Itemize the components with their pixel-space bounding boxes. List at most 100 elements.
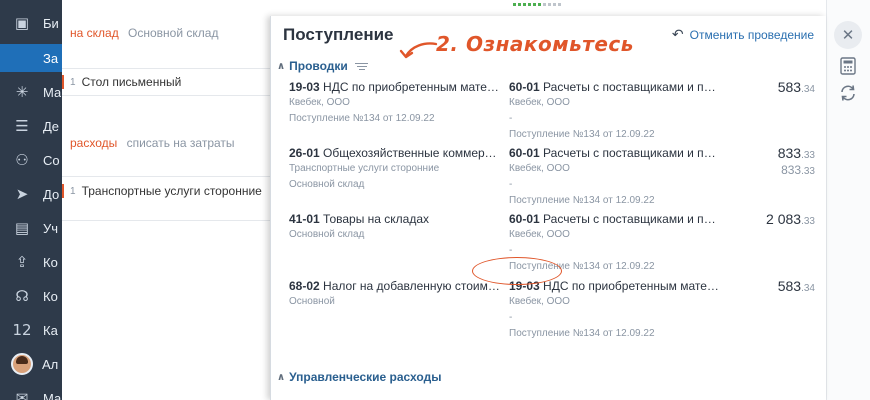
debit-code: 41-01 xyxy=(289,212,320,226)
posting-amount-secondary: 833.33 xyxy=(781,163,815,177)
headset-icon: ☊ xyxy=(15,287,29,305)
sidebar-item-ka[interactable]: 12 Ка xyxy=(0,312,62,348)
sidebar-subitem-active[interactable]: За xyxy=(0,44,62,72)
receipt-panel: Поступление ↶ Отменить проведение ∧ Пров… xyxy=(270,16,826,400)
debit-account: 41-01 Товары на складах xyxy=(289,212,501,227)
undo-posting-label: Отменить проведение xyxy=(689,28,814,42)
divider xyxy=(62,220,270,221)
sidebar-item-label: Ал xyxy=(42,356,59,372)
refresh-button[interactable] xyxy=(835,80,861,106)
warehouse-label[interactable]: на склад xyxy=(70,26,119,40)
posting-amount: 2 083.33 xyxy=(766,211,815,228)
calculator-button[interactable] xyxy=(835,53,861,79)
debit-subconto: Основной склад xyxy=(289,229,365,240)
posting-amount: 583.34 xyxy=(777,278,815,295)
credit-subconto: Квебек, ООО xyxy=(509,229,570,240)
sidebar-item-mail[interactable]: ✉ Ма xyxy=(0,380,62,400)
amount-column: 833.33 833.33 xyxy=(719,146,815,179)
credit-code: 60-01 xyxy=(509,80,540,94)
debit-subconto: Квебек, ООО xyxy=(289,97,350,108)
expenses-row: расходы списать на затраты xyxy=(70,136,278,150)
calendar-icon: 12 xyxy=(12,321,32,339)
credit-name: НДС по приобретенным матер... xyxy=(543,279,719,293)
divider xyxy=(62,68,270,69)
credit-subconto: - xyxy=(509,113,513,124)
credit-subconto: Поступление №134 от 12.09.22 xyxy=(509,129,655,140)
position-number: 1 xyxy=(70,185,76,197)
mail-icon: ✉ xyxy=(15,389,29,400)
credit-subconto: Поступление №134 от 12.09.22 xyxy=(509,328,655,339)
chevron-up-icon: ∧ xyxy=(277,371,286,383)
sidebar-item-label: Со xyxy=(43,152,60,168)
chevron-up-icon: ∧ xyxy=(277,60,286,72)
credit-column: 19-03 НДС по приобретенным матер... Квеб… xyxy=(509,279,719,342)
debit-name: Налог на добавленную стоимость xyxy=(323,279,501,293)
debit-code: 19-03 xyxy=(289,80,320,94)
debit-account: 68-02 Налог на добавленную стоимость xyxy=(289,279,501,294)
credit-name: Расчеты с поставщиками и по... xyxy=(543,80,719,94)
section-postings-header[interactable]: ∧ Проводки xyxy=(277,59,369,73)
expenses-value: списать на затраты xyxy=(126,136,235,150)
divider xyxy=(62,95,270,96)
sidebar-item-user[interactable]: Ал xyxy=(0,346,62,382)
credit-account: 60-01 Расчеты с поставщиками и по... xyxy=(509,212,719,227)
id-card-icon: ▤ xyxy=(14,219,30,237)
credit-account: 60-01 Расчеты с поставщиками и по... xyxy=(509,80,719,95)
annotation-text: 2. Ознакомьтесь xyxy=(436,32,634,56)
credit-subconto: - xyxy=(509,245,513,256)
position-text: Стол письменный xyxy=(81,75,182,89)
expenses-label[interactable]: расходы xyxy=(70,136,117,150)
sidebar-subitem-label: За xyxy=(43,50,59,66)
sidebar-item-ma[interactable]: ✳ Ма xyxy=(0,74,62,110)
users-icon: ⚇ xyxy=(15,151,29,169)
credit-subconto: - xyxy=(509,179,513,190)
sidebar-item-do[interactable]: ➤ До xyxy=(0,176,62,212)
section-management-title: Управленческие расходы xyxy=(289,370,442,384)
position-text: Транспортные услуги сторонние xyxy=(81,184,262,198)
section-management-header[interactable]: ∧ Управленческие расходы xyxy=(277,370,441,384)
credit-subconto: Квебек, ООО xyxy=(509,296,570,307)
debit-name: Общехозяйственные коммерче... xyxy=(323,146,501,160)
sidebar-item-label: Ко xyxy=(43,288,58,304)
avatar xyxy=(11,353,33,375)
list-icon: ☰ xyxy=(15,117,29,135)
amount-column: 583.34 xyxy=(719,279,815,296)
debit-subconto: Поступление №134 от 12.09.22 xyxy=(289,113,435,124)
debit-subconto: Основной xyxy=(289,296,335,307)
sidebar-item-so[interactable]: ⚇ Со xyxy=(0,142,62,178)
sidebar-item-label: Би xyxy=(43,15,59,31)
debit-code: 68-02 xyxy=(289,279,320,293)
close-icon: ✕ xyxy=(841,26,855,44)
debit-column: 26-01 Общехозяйственные коммерче... Тран… xyxy=(289,146,501,193)
sidebar-item-label: До xyxy=(43,186,60,202)
sidebar-item-ko-1[interactable]: ⇪ Ко xyxy=(0,244,62,280)
debit-column: 41-01 Товары на складах Основной склад xyxy=(289,212,501,243)
sidebar-item-uch[interactable]: ▤ Уч xyxy=(0,210,62,246)
debit-name: Товары на складах xyxy=(323,212,430,226)
position-marker xyxy=(62,184,64,198)
credit-name: Расчеты с поставщиками и по... xyxy=(543,146,719,160)
position-number: 1 xyxy=(70,76,76,88)
posting-amount: 833.33 xyxy=(777,145,815,162)
sidebar-item-ko-2[interactable]: ☊ Ко xyxy=(0,278,62,314)
undo-icon: ↶ xyxy=(671,27,684,43)
refresh-icon xyxy=(841,85,855,101)
debit-name: НДС по приобретенным матери... xyxy=(323,80,501,94)
debit-subconto: Основной склад xyxy=(289,179,365,190)
sidebar-item-business[interactable]: ▣ Би xyxy=(0,5,62,41)
filter-icon[interactable] xyxy=(355,62,369,70)
undo-posting-button[interactable]: ↶ Отменить проведение xyxy=(672,27,814,43)
amount-column: 583.34 xyxy=(719,80,815,97)
position-row[interactable]: 1 Стол письменный xyxy=(62,73,270,91)
credit-column: 60-01 Расчеты с поставщиками и по... Кве… xyxy=(509,80,719,143)
credit-code: 60-01 xyxy=(509,146,540,160)
debit-account: 26-01 Общехозяйственные коммерче... xyxy=(289,146,501,161)
sidebar-item-de[interactable]: ☰ Де xyxy=(0,108,62,144)
credit-subconto: Поступление №134 от 12.09.22 xyxy=(509,195,655,206)
credit-subconto: Квебек, ООО xyxy=(509,97,570,108)
debit-subconto: Транспортные услуги сторонние xyxy=(289,163,440,174)
close-button[interactable]: ✕ xyxy=(834,21,862,49)
briefcase-icon: ▣ xyxy=(14,14,30,32)
position-row[interactable]: 1 Транспортные услуги сторонние xyxy=(62,182,270,200)
sidebar-item-label: Ко xyxy=(43,254,58,270)
